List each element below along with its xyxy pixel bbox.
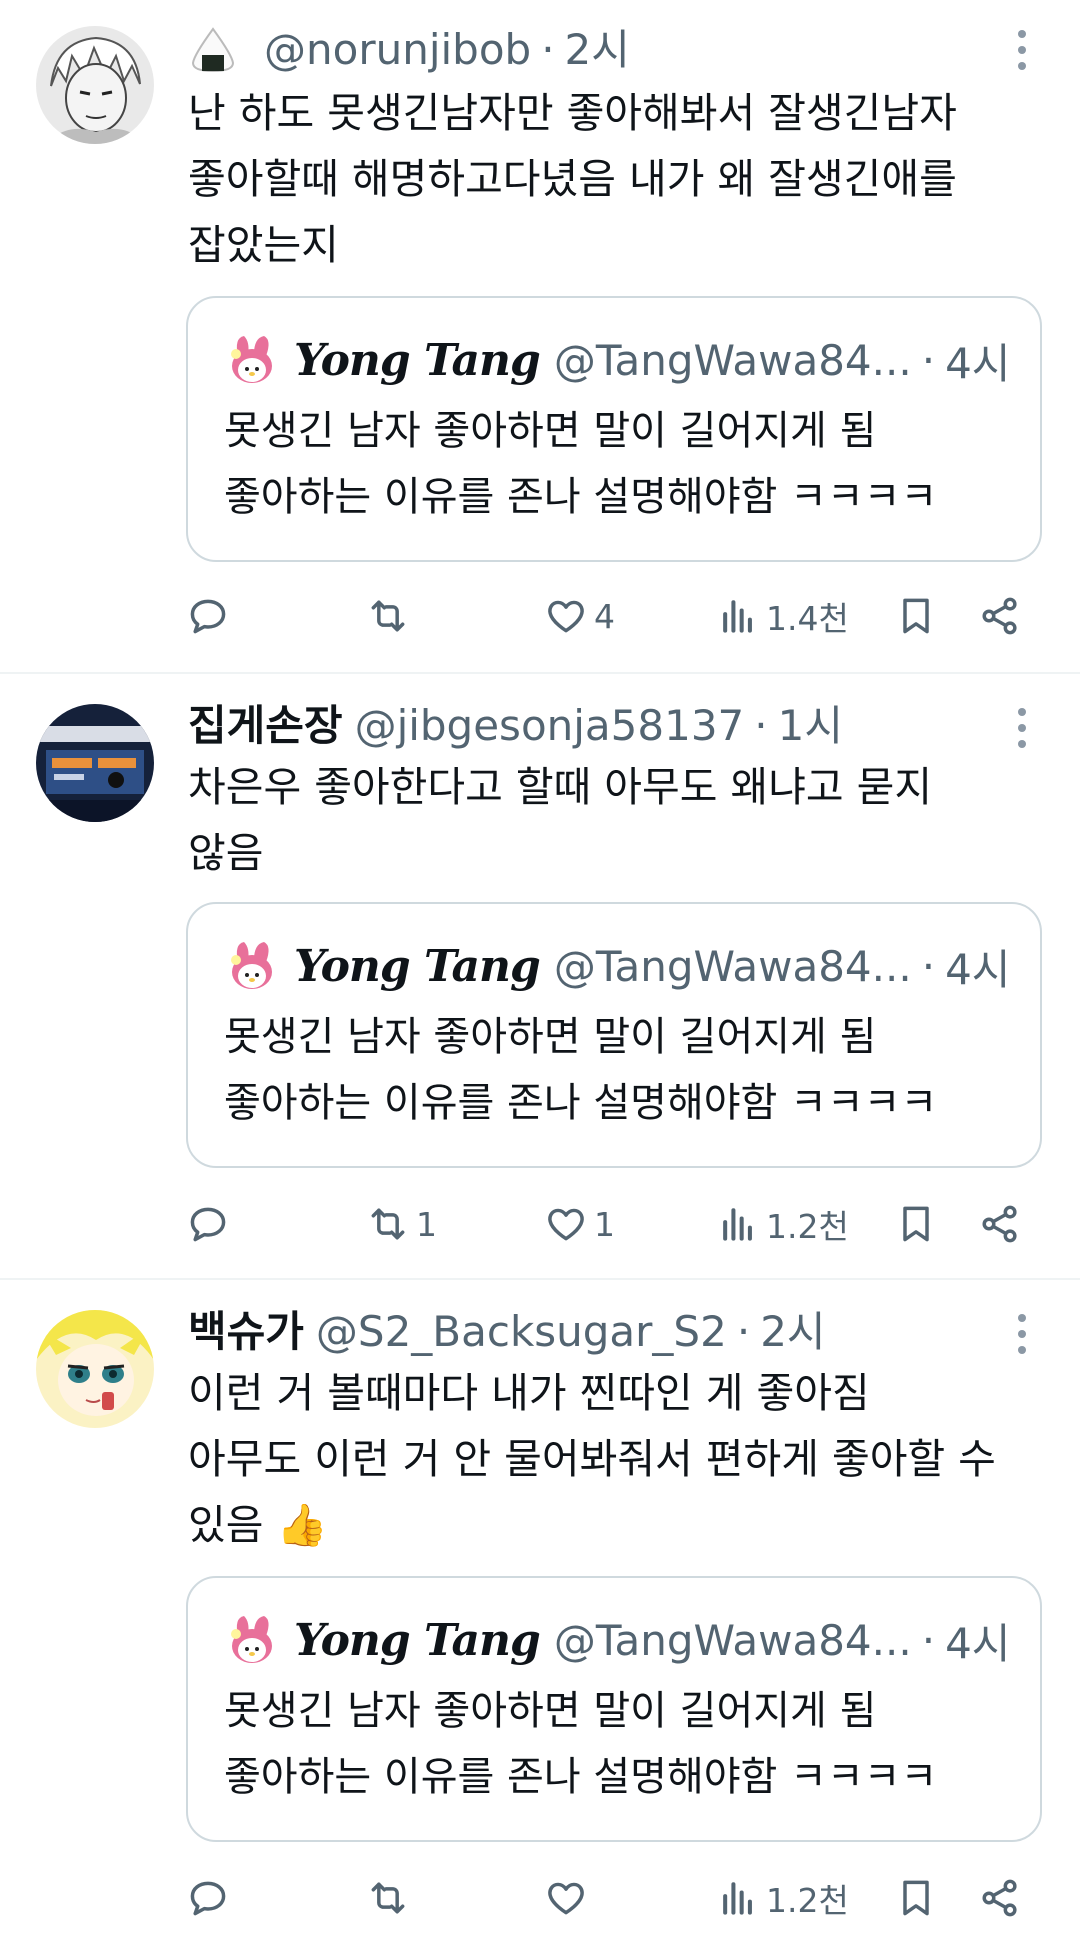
share-button[interactable] (978, 1868, 1022, 1928)
like-button[interactable]: 4 (544, 586, 615, 646)
quote-text: 못생긴 남자 좋아하면 말이 길어지게 됨 좋아하는 이유를 존나 설명해야함 … (224, 1688, 938, 1800)
quote-text: 못생긴 남자 좋아하면 말이 길어지게 됨 좋아하는 이유를 존나 설명해야함 … (224, 408, 938, 520)
repost-button[interactable] (366, 586, 416, 646)
share-button[interactable] (978, 1194, 1022, 1254)
views-button[interactable]: 1.2천 (716, 1868, 849, 1928)
quote-avatar (224, 938, 280, 994)
more-options-icon[interactable] (1014, 708, 1030, 748)
tweet-header: 집게손장 @jibgesonja58137 · 1시 (188, 694, 843, 758)
reply-icon (186, 1202, 230, 1246)
quote-avatar (224, 1612, 280, 1668)
separator-dot: · (541, 25, 555, 74)
quote-user-handle: @TangWawa84... (553, 1615, 912, 1665)
quote-post-time: 4시 (945, 1618, 1011, 1668)
more-options-icon[interactable] (1014, 30, 1030, 70)
quote-user-handle: @TangWawa84... (553, 335, 912, 385)
quote-display-name: Yong Tang (294, 1614, 541, 1666)
like-count: 1 (594, 1204, 615, 1244)
bookmark-button[interactable] (894, 1868, 938, 1928)
separator-dot: · (754, 701, 768, 750)
display-name[interactable]: 백슈가 (188, 1300, 304, 1364)
view-count: 1.4천 (766, 599, 849, 638)
tweet-header: @norunjibob · 2시 (188, 18, 630, 82)
share-icon (978, 1202, 1022, 1246)
rice-ball-emoji-icon (188, 25, 238, 75)
tweet-text: 차은우 좋아한다고 할때 아무도 왜냐고 묻지 않음 (188, 763, 933, 877)
view-count: 1.2천 (766, 1881, 849, 1920)
separator-dot: · (736, 1307, 751, 1356)
views-chart-icon (716, 1202, 760, 1246)
quote-tweet[interactable]: Yong Tang @TangWawa84... · 4시 못생긴 남자 좋아하… (186, 1576, 1042, 1842)
quote-post-time: 4시 (945, 944, 1011, 994)
quote-display-name: Yong Tang (294, 940, 541, 992)
heart-icon (544, 594, 588, 638)
quote-tweet[interactable]: Yong Tang @TangWawa84... · 4시 못생긴 남자 좋아하… (186, 296, 1042, 562)
reply-button[interactable] (186, 1868, 236, 1928)
tweet-text: 이런 거 볼때마다 내가 찐따인 게 좋아짐 아무도 이런 거 안 물어봐줘서 … (188, 1369, 996, 1549)
like-count: 4 (594, 596, 615, 636)
more-options-icon[interactable] (1014, 1314, 1030, 1354)
reply-icon (186, 1876, 230, 1920)
repost-icon (366, 594, 410, 638)
quote-header: Yong Tang @TangWawa84... · 4시 (224, 1606, 1010, 1674)
separator-dot: · (921, 1615, 936, 1665)
quote-post-time: 4시 (945, 338, 1011, 388)
tweet-header: 백슈가 @S2_Backsugar_S2 · 2시 (188, 1300, 826, 1364)
avatar[interactable] (36, 1310, 154, 1428)
post-time[interactable]: 1시 (778, 694, 843, 758)
user-handle[interactable]: @jibgesonja58137 (355, 694, 745, 758)
separator-dot: · (921, 335, 936, 385)
reply-icon (186, 594, 230, 638)
bookmark-icon (894, 1202, 938, 1246)
post-time[interactable]: 2시 (565, 18, 630, 82)
quote-display-name: Yong Tang (294, 334, 541, 386)
tweet-actions: 1.2천 (0, 1868, 1080, 1928)
repost-icon (366, 1202, 410, 1246)
reply-feed: @norunjibob · 2시 난 하도 못생긴남자만 좋아해봐서 잘생긴남자… (0, 0, 1080, 1938)
reply-button[interactable] (186, 1194, 236, 1254)
share-button[interactable] (978, 586, 1022, 646)
tweet-actions: 4 1.4천 (0, 586, 1080, 646)
avatar[interactable] (36, 704, 154, 822)
repost-button[interactable]: 1 (366, 1194, 437, 1254)
bookmark-icon (894, 1876, 938, 1920)
quote-header: Yong Tang @TangWawa84... · 4시 (224, 326, 1010, 394)
tweet[interactable]: @norunjibob · 2시 난 하도 못생긴남자만 좋아해봐서 잘생긴남자… (0, 0, 1080, 672)
like-button[interactable]: 1 (544, 1194, 615, 1254)
post-time[interactable]: 2시 (760, 1300, 825, 1364)
quote-avatar (224, 332, 280, 388)
display-name[interactable]: 집게손장 (188, 694, 343, 758)
separator-dot: · (921, 941, 936, 991)
reply-button[interactable] (186, 586, 236, 646)
user-handle[interactable]: @norunjibob (264, 18, 531, 82)
tweet[interactable]: 집게손장 @jibgesonja58137 · 1시 차은우 좋아한다고 할때 … (0, 674, 1080, 1278)
view-count: 1.2천 (766, 1207, 849, 1246)
tweet[interactable]: 백슈가 @S2_Backsugar_S2 · 2시 이런 거 볼때마다 내가 찐… (0, 1280, 1080, 1938)
bookmark-button[interactable] (894, 586, 938, 646)
views-button[interactable]: 1.2천 (716, 1194, 849, 1254)
quote-header: Yong Tang @TangWawa84... · 4시 (224, 932, 1010, 1000)
share-icon (978, 594, 1022, 638)
repost-button[interactable] (366, 1868, 416, 1928)
views-button[interactable]: 1.4천 (716, 586, 849, 646)
tweet-text: 난 하도 못생긴남자만 좋아해봐서 잘생긴남자 좋아할때 해명하고다녔음 내가 … (188, 89, 957, 269)
repost-icon (366, 1876, 410, 1920)
quote-user-handle: @TangWawa84... (553, 941, 912, 991)
user-handle[interactable]: @S2_Backsugar_S2 (316, 1300, 727, 1364)
repost-count: 1 (416, 1204, 437, 1244)
quote-text: 못생긴 남자 좋아하면 말이 길어지게 됨 좋아하는 이유를 존나 설명해야함 … (224, 1014, 938, 1126)
views-chart-icon (716, 594, 760, 638)
bookmark-button[interactable] (894, 1194, 938, 1254)
like-button[interactable] (544, 1868, 594, 1928)
quote-tweet[interactable]: Yong Tang @TangWawa84... · 4시 못생긴 남자 좋아하… (186, 902, 1042, 1168)
heart-icon (544, 1202, 588, 1246)
tweet-actions: 1 1 1.2천 (0, 1194, 1080, 1254)
share-icon (978, 1876, 1022, 1920)
avatar[interactable] (36, 26, 154, 144)
heart-icon (544, 1876, 588, 1920)
views-chart-icon (716, 1876, 760, 1920)
bookmark-icon (894, 594, 938, 638)
